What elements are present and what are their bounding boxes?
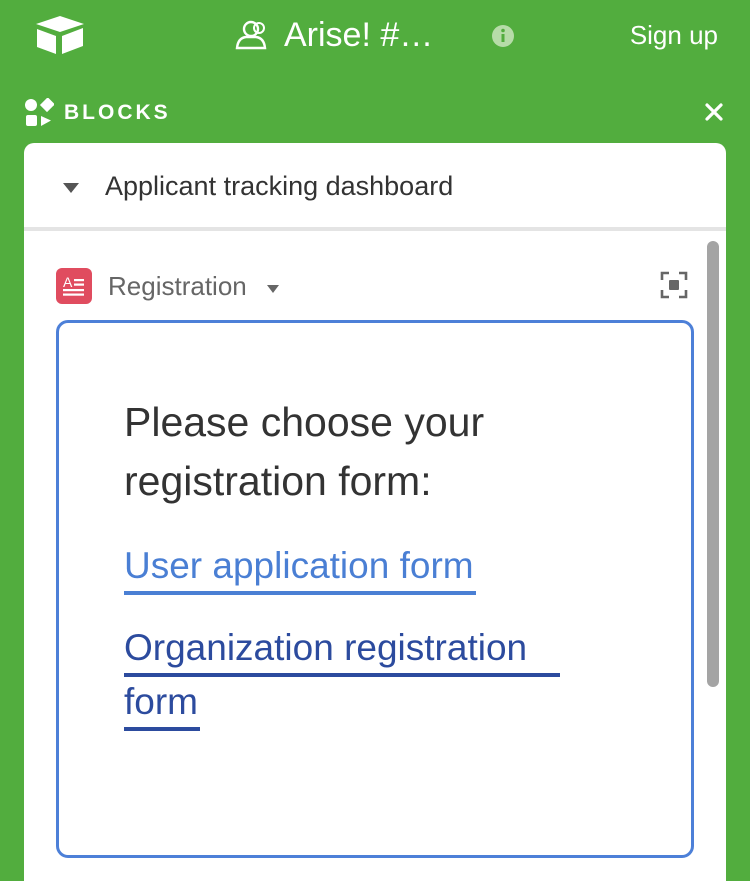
top-bar: Arise! #… Sign up (0, 0, 750, 72)
sign-up-button[interactable]: Sign up (630, 18, 718, 52)
blocks-panel: Applicant tracking dashboard A Registrat… (24, 143, 726, 881)
user-application-form-link[interactable]: User application form (124, 541, 476, 595)
blocks-label: BLOCKS (64, 101, 171, 124)
user-icon (234, 20, 268, 50)
caret-down-icon[interactable] (62, 181, 80, 193)
block-caret-down-icon[interactable] (266, 281, 280, 293)
org-link-line1[interactable]: Organization registration (124, 623, 560, 677)
info-icon[interactable] (491, 24, 515, 48)
block-header: A Registration (24, 235, 726, 315)
blocks-header: BLOCKS (24, 97, 726, 128)
block-name[interactable]: Registration (108, 270, 247, 302)
form-block-icon: A (56, 268, 92, 304)
registration-block-content: Please choose your registration form: Us… (56, 320, 694, 858)
dashboard-selector[interactable]: Applicant tracking dashboard (24, 143, 726, 231)
blocks-icon (24, 97, 55, 128)
close-icon[interactable] (704, 102, 724, 122)
logo-icon[interactable] (34, 14, 86, 56)
organization-registration-form-link[interactable]: Organization registration form (124, 623, 564, 731)
dashboard-title[interactable]: Applicant tracking dashboard (105, 169, 453, 203)
registration-prompt: Please choose your registration form: (124, 399, 485, 504)
fullscreen-icon[interactable] (660, 271, 688, 299)
scrollbar[interactable] (707, 241, 719, 687)
base-title[interactable]: Arise! #… (284, 14, 433, 56)
org-link-line2[interactable]: form (124, 677, 200, 731)
svg-text:A: A (63, 274, 73, 290)
